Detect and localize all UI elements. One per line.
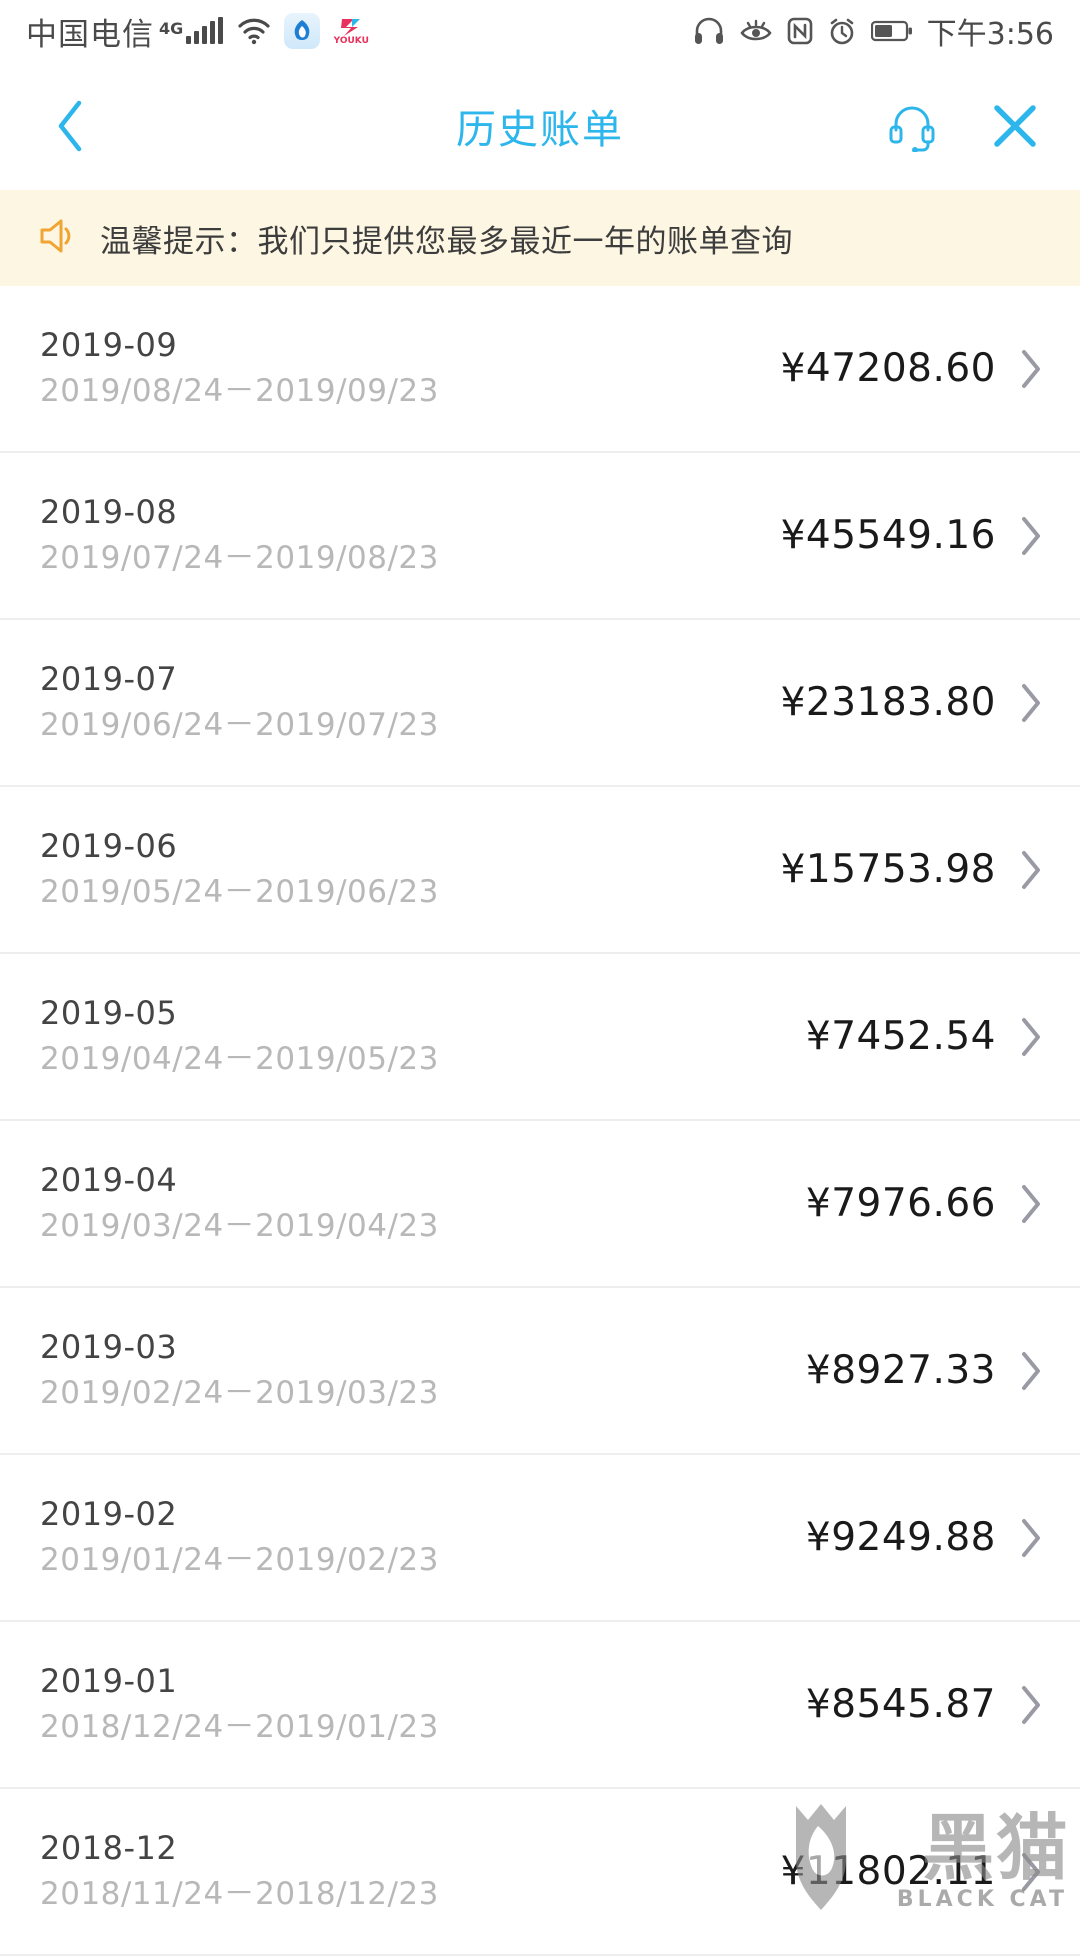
bill-row-value: ¥47208.60 <box>781 346 1044 391</box>
bill-date-range: 2018/11/24－2018/12/23 <box>40 1876 439 1913</box>
customer-service-button[interactable] <box>886 100 938 152</box>
bill-row-value: ¥9249.88 <box>806 1515 1044 1560</box>
app-header: 历史账单 <box>0 62 1080 190</box>
bill-row-info: 2019-02 2019/01/24－2019/02/23 <box>40 1494 439 1580</box>
wifi-icon <box>237 17 271 45</box>
bill-month: 2019-03 <box>40 1328 178 1367</box>
close-icon <box>994 105 1036 147</box>
status-bar-right: 下午3:56 <box>679 9 1054 53</box>
bill-month: 2018-12 <box>40 1829 178 1868</box>
bill-row-info: 2019-01 2018/12/24－2019/01/23 <box>40 1661 439 1747</box>
bill-row-info: 2019-03 2019/02/24－2019/03/23 <box>40 1327 439 1413</box>
bill-date-range: 2019/02/24－2019/03/23 <box>40 1375 439 1412</box>
bill-month: 2019-06 <box>40 827 178 866</box>
bill-month: 2019-08 <box>40 493 178 532</box>
nfc-icon <box>787 17 813 45</box>
bill-date-range: 2019/07/24－2019/08/23 <box>40 540 439 577</box>
bill-row[interactable]: 2019-01 2018/12/24－2019/01/23 ¥8545.87 <box>0 1622 1080 1789</box>
chevron-right-icon <box>1018 1516 1044 1560</box>
chevron-right-icon <box>1018 514 1044 558</box>
chevron-right-icon <box>1018 1015 1044 1059</box>
bill-row[interactable]: 2019-09 2019/08/24－2019/09/23 ¥47208.60 <box>0 286 1080 453</box>
bill-amount: ¥8545.87 <box>805 1682 996 1727</box>
bill-row-value: ¥11802.11 <box>781 1849 1044 1894</box>
bill-date-range: 2019/08/24－2019/09/23 <box>40 373 439 410</box>
bill-row[interactable]: 2019-03 2019/02/24－2019/03/23 ¥8927.33 <box>0 1288 1080 1455</box>
bill-row[interactable]: 2019-06 2019/05/24－2019/06/23 ¥15753.98 <box>0 787 1080 954</box>
chevron-right-icon <box>1018 848 1044 892</box>
bill-row-value: ¥23183.80 <box>781 680 1044 725</box>
bill-amount: ¥15753.98 <box>780 847 996 892</box>
app-icon-youku: YOUKU <box>333 13 370 49</box>
close-button[interactable] <box>990 101 1040 151</box>
eye-comfort-icon <box>739 17 773 45</box>
bill-row-info: 2019-08 2019/07/24－2019/08/23 <box>40 492 439 578</box>
app-icon-blue <box>284 13 321 49</box>
chevron-right-icon <box>1018 347 1044 391</box>
bill-row-info: 2019-05 2019/04/24－2019/05/23 <box>40 993 439 1079</box>
header-actions <box>886 100 1040 152</box>
bill-row-value: ¥7976.66 <box>806 1181 1044 1226</box>
clock-time: 下午3:56 <box>926 17 1054 52</box>
bill-amount: ¥45549.16 <box>780 513 996 558</box>
bill-row-value: ¥7452.54 <box>806 1014 1044 1059</box>
bill-amount: ¥23183.80 <box>780 680 996 725</box>
alarm-icon <box>827 17 857 45</box>
back-button[interactable] <box>40 96 100 156</box>
bill-amount: ¥8927.33 <box>805 1348 996 1393</box>
headphones-icon <box>693 17 725 45</box>
bill-date-range: 2019/03/24－2019/04/23 <box>40 1208 439 1245</box>
bill-row-info: 2019-04 2019/03/24－2019/04/23 <box>40 1160 439 1246</box>
bill-month: 2019-07 <box>40 660 178 699</box>
bill-date-range: 2019/06/24－2019/07/23 <box>40 707 439 744</box>
chevron-right-icon <box>1018 1182 1044 1226</box>
headset-support-icon <box>889 106 935 152</box>
bill-row-value: ¥8927.33 <box>806 1348 1044 1393</box>
bill-date-range: 2019/04/24－2019/05/23 <box>40 1041 439 1078</box>
network-type-label: 4G <box>159 18 184 38</box>
bill-date-range: 2018/12/24－2019/01/23 <box>40 1709 439 1746</box>
bill-row-info: 2019-06 2019/05/24－2019/06/23 <box>40 826 439 912</box>
bill-row[interactable]: 2018-12 2018/11/24－2018/12/23 ¥11802.11 <box>0 1789 1080 1956</box>
bill-list: 2019-09 2019/08/24－2019/09/23 ¥47208.60 … <box>0 286 1080 1956</box>
chevron-left-icon <box>58 100 82 152</box>
bill-amount: ¥9249.88 <box>805 1515 996 1560</box>
chevron-right-icon <box>1018 1349 1044 1393</box>
bill-row[interactable]: 2019-05 2019/04/24－2019/05/23 ¥7452.54 <box>0 954 1080 1121</box>
bill-row[interactable]: 2019-08 2019/07/24－2019/08/23 ¥45549.16 <box>0 453 1080 620</box>
bill-month: 2019-09 <box>40 326 178 365</box>
bill-month: 2019-05 <box>40 994 178 1033</box>
bill-amount: ¥7976.66 <box>805 1181 996 1226</box>
bill-month: 2019-02 <box>40 1495 178 1534</box>
carrier-name: 中国电信 <box>26 16 154 53</box>
bill-row-value: ¥8545.87 <box>806 1682 1044 1727</box>
notice-text: 温馨提示：我们只提供您最多最近一年的账单查询 <box>100 223 793 260</box>
bill-month: 2019-04 <box>40 1161 178 1200</box>
bill-amount: ¥47208.60 <box>780 346 996 391</box>
bill-row-info: 2019-09 2019/08/24－2019/09/23 <box>40 325 439 411</box>
notice-banner: 温馨提示：我们只提供您最多最近一年的账单查询 <box>0 190 1080 286</box>
battery-icon <box>870 19 913 43</box>
bill-amount: ¥7452.54 <box>805 1014 996 1059</box>
chevron-right-icon <box>1018 1683 1044 1727</box>
bill-month: 2019-01 <box>40 1662 178 1701</box>
status-bar: 中国电信 4G YOUKU 下午3:56 <box>0 0 1080 62</box>
bill-row-value: ¥45549.16 <box>781 513 1044 558</box>
bill-date-range: 2019/05/24－2019/06/23 <box>40 874 439 911</box>
bill-row[interactable]: 2019-07 2019/06/24－2019/07/23 ¥23183.80 <box>0 620 1080 787</box>
signal-bars-icon <box>186 17 224 44</box>
chevron-right-icon <box>1018 681 1044 725</box>
bill-amount: ¥11802.11 <box>780 1849 996 1894</box>
speaker-icon <box>34 213 80 263</box>
chevron-right-icon <box>1018 1850 1044 1894</box>
bill-date-range: 2019/01/24－2019/02/23 <box>40 1542 439 1579</box>
bill-row-info: 2019-07 2019/06/24－2019/07/23 <box>40 659 439 745</box>
bill-row-info: 2018-12 2018/11/24－2018/12/23 <box>40 1828 439 1914</box>
status-bar-left: 中国电信 4G YOUKU <box>26 9 370 54</box>
app-icon-youku-label: YOUKU <box>333 35 369 46</box>
bill-row[interactable]: 2019-04 2019/03/24－2019/04/23 ¥7976.66 <box>0 1121 1080 1288</box>
bill-row[interactable]: 2019-02 2019/01/24－2019/02/23 ¥9249.88 <box>0 1455 1080 1622</box>
bill-row-value: ¥15753.98 <box>781 847 1044 892</box>
